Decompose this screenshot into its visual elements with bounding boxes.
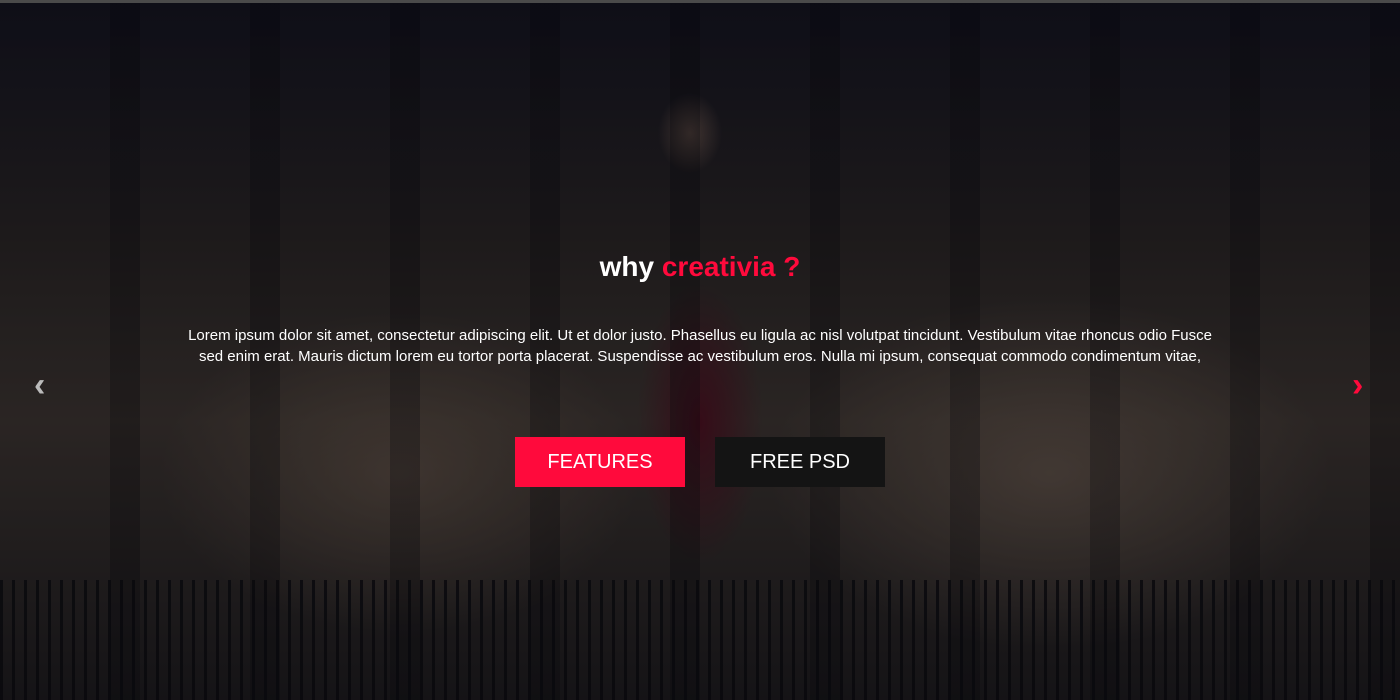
hero-title: why creativia ? [0, 251, 1400, 283]
title-accent: creativia ? [661, 251, 801, 282]
chevron-right-icon[interactable]: › [1352, 368, 1363, 402]
hero-description: Lorem ipsum dolor sit amet, consectetur … [188, 327, 1212, 365]
free-psd-button[interactable]: FREE PSD [715, 437, 885, 487]
hero-slider: why creativia ? Lorem ipsum dolor sit am… [0, 3, 1400, 700]
chevron-left-icon[interactable]: ‹ [34, 368, 45, 402]
title-prefix: why [599, 251, 655, 282]
features-button[interactable]: FEATURES [515, 437, 685, 487]
